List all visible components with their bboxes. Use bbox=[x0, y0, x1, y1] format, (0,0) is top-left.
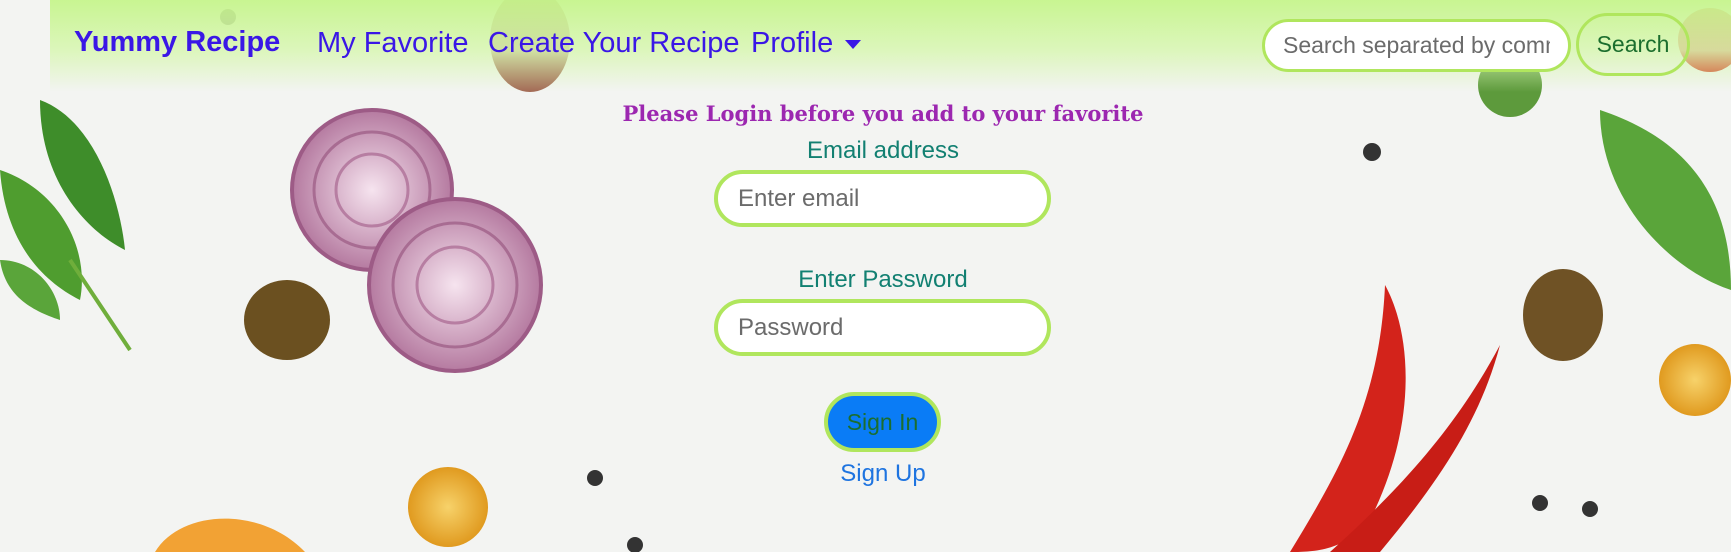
password-field[interactable] bbox=[714, 299, 1051, 356]
profile-label: Profile bbox=[751, 27, 834, 59]
sign-up-row: Sign Up bbox=[0, 460, 1731, 488]
email-field[interactable] bbox=[714, 170, 1051, 227]
email-label: Email address bbox=[806, 137, 960, 164]
login-heading: Please Login before you add to your favo… bbox=[622, 101, 1144, 126]
sign-up-link[interactable]: Sign Up bbox=[840, 460, 925, 487]
password-label: Enter Password bbox=[798, 266, 968, 293]
nav-link-profile[interactable]: Profile bbox=[751, 27, 862, 60]
chevron-down-icon bbox=[845, 39, 862, 49]
search-input[interactable] bbox=[1262, 19, 1571, 72]
sign-in-button[interactable]: Sign In bbox=[824, 392, 941, 452]
nav-link-create-recipe[interactable]: Create Your Recipe bbox=[488, 27, 740, 60]
nav-link-my-favorite[interactable]: My Favorite bbox=[317, 27, 468, 60]
search-button[interactable]: Search bbox=[1576, 13, 1690, 76]
brand-link[interactable]: Yummy Recipe bbox=[74, 26, 280, 59]
